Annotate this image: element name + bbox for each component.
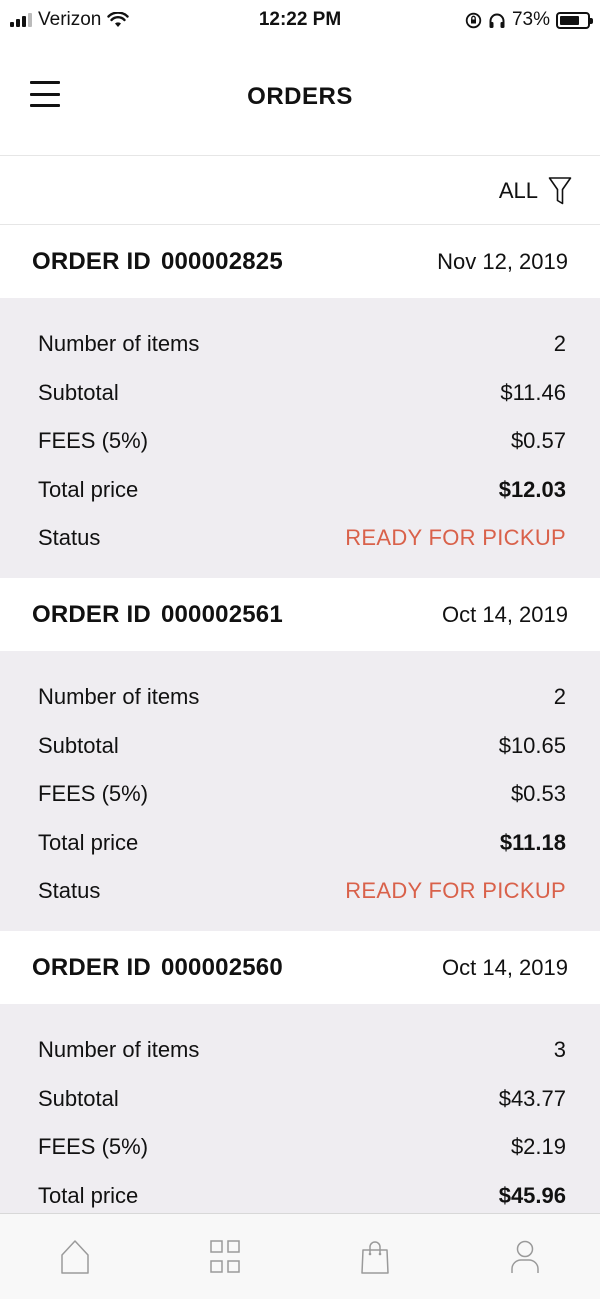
nav-bar: ORDERS	[0, 40, 600, 156]
battery-icon	[556, 11, 593, 29]
tab-bar	[0, 1213, 600, 1299]
row-label: Total price	[38, 476, 139, 502]
order-id-number: 000002561	[160, 601, 283, 628]
row-label: Subtotal	[38, 732, 119, 758]
status-bar-right: 73%	[465, 9, 593, 31]
row-value: $45.96	[498, 1182, 566, 1208]
row-label: Number of items	[38, 684, 200, 710]
row-value: $11.18	[499, 829, 566, 855]
status-bar: Verizon 12:22 PM 73%	[0, 0, 600, 40]
filter-row: ALL	[0, 157, 600, 225]
order-row-subtotal: Subtotal $43.77	[38, 1075, 566, 1124]
order-header[interactable]: ORDER ID 000002561 Oct 14, 2019	[0, 579, 600, 651]
order-id: ORDER ID 000002560	[32, 954, 283, 982]
order-row-fees: FEES (5%) $2.19	[38, 1123, 566, 1172]
order-date: Nov 12, 2019	[437, 249, 568, 274]
order-id-label: ORDER ID	[32, 248, 151, 275]
order-id-number: 000002560	[160, 954, 283, 981]
wifi-icon	[107, 12, 130, 27]
order-date: Oct 14, 2019	[442, 602, 568, 627]
order-id: ORDER ID 000002561	[32, 601, 283, 629]
order-row-status: Status READY FOR PICKUP	[38, 867, 566, 916]
row-label: Subtotal	[38, 1085, 119, 1111]
shopping-bag-icon	[361, 1240, 389, 1274]
status-badge: READY FOR PICKUP	[345, 525, 566, 551]
row-value: $0.53	[510, 781, 566, 807]
row-value: $0.57	[510, 428, 566, 454]
row-value: 3	[553, 1037, 566, 1063]
row-value: 2	[553, 684, 566, 710]
order-row-subtotal: Subtotal $11.46	[38, 369, 566, 418]
menu-icon[interactable]	[30, 81, 60, 107]
status-bar-left: Verizon	[10, 9, 130, 31]
order-row-fees: FEES (5%) $0.57	[38, 417, 566, 466]
row-label: Status	[38, 878, 101, 904]
home-icon	[61, 1239, 89, 1274]
row-value: 2	[553, 331, 566, 357]
battery-level	[560, 15, 579, 25]
order-details: Number of items 2 Subtotal $11.46 FEES (5%…	[0, 298, 600, 578]
row-value: $2.19	[510, 1134, 566, 1160]
order-id: ORDER ID 000002825	[32, 248, 283, 276]
row-value: $11.46	[500, 379, 566, 405]
row-label: FEES (5%)	[38, 781, 149, 807]
order-row-total: Total price $12.03	[38, 466, 566, 515]
tab-cart[interactable]	[345, 1227, 405, 1287]
order-header[interactable]: ORDER ID 000002825 Nov 12, 2019	[0, 226, 600, 298]
tab-account[interactable]	[495, 1227, 555, 1287]
filter-label[interactable]: ALL	[499, 178, 538, 204]
order-details: Number of items 3 Subtotal $43.77 FEES (5%…	[0, 1004, 600, 1213]
grid-icon	[210, 1239, 240, 1273]
page-title: ORDERS	[247, 83, 353, 110]
carrier-name: Verizon	[38, 9, 102, 30]
order-row-total: Total price $11.18	[38, 819, 566, 868]
user-icon	[511, 1240, 539, 1273]
signal-icon	[10, 13, 32, 27]
order-row-item-count: Number of items 3	[38, 1026, 566, 1075]
row-label: Status	[38, 525, 101, 551]
row-value: $43.77	[498, 1085, 566, 1111]
row-value: $10.65	[498, 732, 566, 758]
status-badge: READY FOR PICKUP	[345, 878, 566, 904]
order-details: Number of items 2 Subtotal $10.65 FEES (5%…	[0, 651, 600, 931]
row-label: Total price	[38, 829, 139, 855]
order-row-item-count: Number of items 2	[38, 320, 566, 369]
order-id-label: ORDER ID	[32, 954, 151, 981]
row-value: $12.03	[498, 476, 566, 502]
row-label: Subtotal	[38, 379, 119, 405]
order-row-item-count: Number of items 2	[38, 673, 566, 722]
row-label: Total price	[38, 1182, 139, 1208]
tab-home[interactable]	[45, 1227, 105, 1287]
order-row-fees: FEES (5%) $0.53	[38, 770, 566, 819]
rotation-lock-icon	[465, 12, 482, 28]
battery-percent: 73%	[511, 9, 550, 30]
order-id-label: ORDER ID	[32, 601, 151, 628]
order-id-number: 000002825	[160, 248, 283, 275]
order-date: Oct 14, 2019	[442, 955, 568, 980]
order-header[interactable]: ORDER ID 000002560 Oct 14, 2019	[0, 932, 600, 1004]
order-row-status: Status READY FOR PICKUP	[38, 514, 566, 563]
filter-icon[interactable]	[548, 176, 572, 206]
row-label: FEES (5%)	[38, 1134, 149, 1160]
row-label: Number of items	[38, 331, 200, 357]
tab-categories[interactable]	[195, 1227, 255, 1287]
order-row-subtotal: Subtotal $10.65	[38, 722, 566, 771]
row-label: FEES (5%)	[38, 428, 149, 454]
headphones-icon	[489, 13, 505, 28]
row-label: Number of items	[38, 1037, 200, 1063]
